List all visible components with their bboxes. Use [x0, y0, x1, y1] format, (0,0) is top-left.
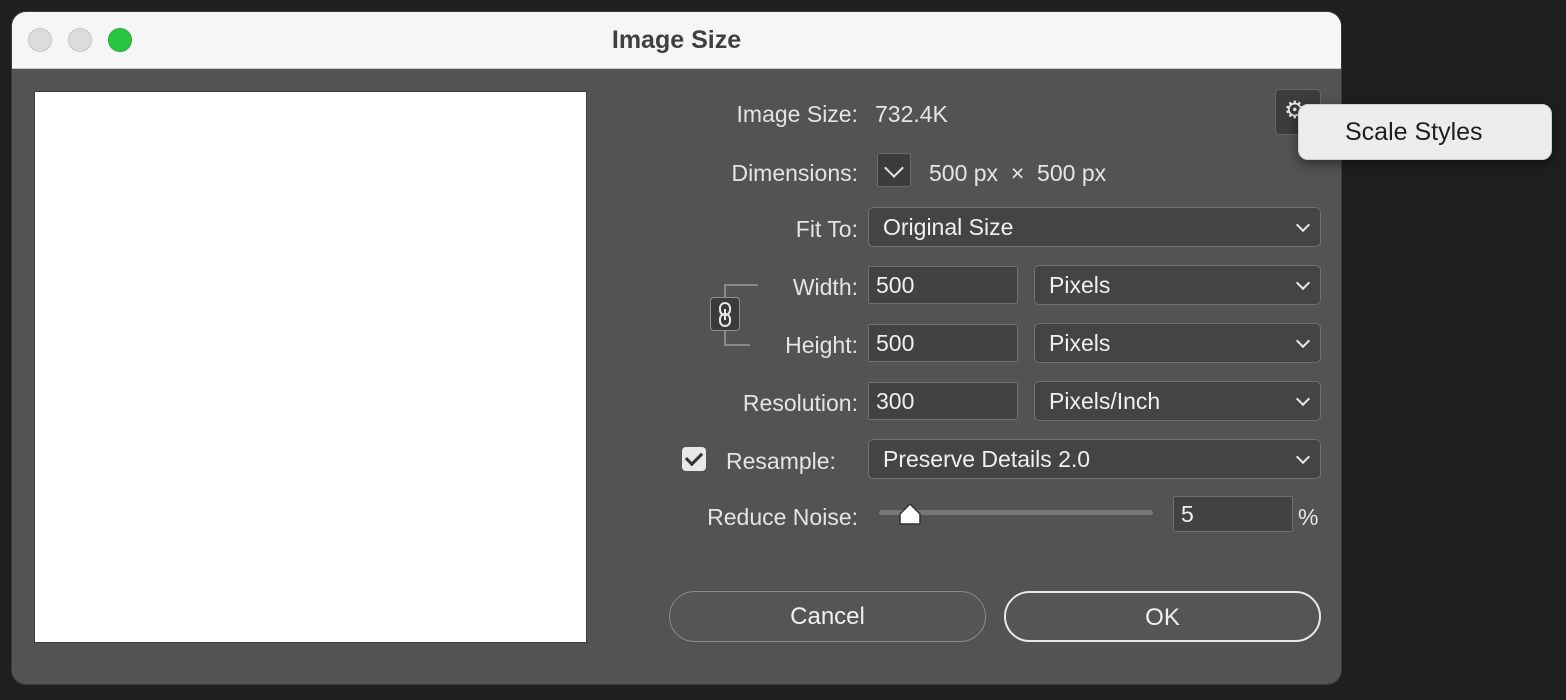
- height-unit-select[interactable]: Pixels: [1034, 323, 1321, 363]
- width-input[interactable]: [868, 266, 1018, 304]
- chevron-down-icon: [1295, 275, 1311, 291]
- constrain-proportions-button[interactable]: [710, 297, 740, 331]
- reduce-noise-unit: %: [1298, 504, 1319, 530]
- width-unit-select[interactable]: Pixels: [1034, 265, 1321, 305]
- image-size-label: Image Size:: [736, 101, 858, 127]
- reduce-noise-slider-thumb[interactable]: [898, 502, 922, 526]
- reduce-noise-label: Reduce Noise:: [707, 504, 858, 530]
- cancel-button[interactable]: Cancel: [669, 591, 986, 642]
- width-label: Width:: [792, 274, 858, 300]
- height-unit-selected: Pixels: [1049, 330, 1111, 356]
- chevron-down-icon: [884, 158, 904, 178]
- resolution-input[interactable]: [868, 382, 1018, 420]
- resolution-label: Resolution:: [742, 390, 858, 416]
- resample-label: Resample:: [726, 448, 836, 474]
- link-icon: [719, 302, 731, 327]
- ok-button[interactable]: OK: [1004, 591, 1321, 642]
- resample-select[interactable]: Preserve Details 2.0: [868, 439, 1321, 479]
- scale-styles-menu-item[interactable]: Scale Styles: [1345, 118, 1483, 146]
- height-input[interactable]: [868, 324, 1018, 362]
- resample-selected: Preserve Details 2.0: [883, 446, 1091, 472]
- fit-to-selected: Original Size: [883, 214, 1014, 240]
- reduce-noise-input[interactable]: [1173, 496, 1293, 532]
- window-title: Image Size: [611, 26, 742, 54]
- resolution-unit-selected: Pixels/Inch: [1049, 388, 1161, 414]
- fit-to-select[interactable]: Original Size: [868, 207, 1321, 247]
- settings-menu: Scale Styles: [1298, 104, 1552, 160]
- height-label: Height:: [785, 332, 858, 358]
- chevron-down-icon: [1295, 217, 1311, 233]
- image-size-value: 732.4K: [875, 101, 948, 127]
- chevron-down-icon: [1295, 333, 1311, 349]
- chevron-down-icon: [1295, 391, 1311, 407]
- resample-checkbox[interactable]: [682, 447, 706, 471]
- chevron-down-icon: [1295, 449, 1311, 465]
- title-bar: Image Size: [12, 12, 1341, 69]
- image-preview[interactable]: [34, 91, 587, 643]
- dimensions-units-dropdown[interactable]: [877, 153, 911, 187]
- image-size-dialog: Image Size Image Size: 732.4K ⚙ Dimensio…: [12, 12, 1341, 684]
- width-unit-selected: Pixels: [1049, 272, 1111, 298]
- dimensions-label: Dimensions:: [731, 160, 858, 186]
- dimensions-value: 500 px × 500 px: [929, 160, 1107, 186]
- fit-to-label: Fit To:: [795, 216, 858, 242]
- resolution-unit-select[interactable]: Pixels/Inch: [1034, 381, 1321, 421]
